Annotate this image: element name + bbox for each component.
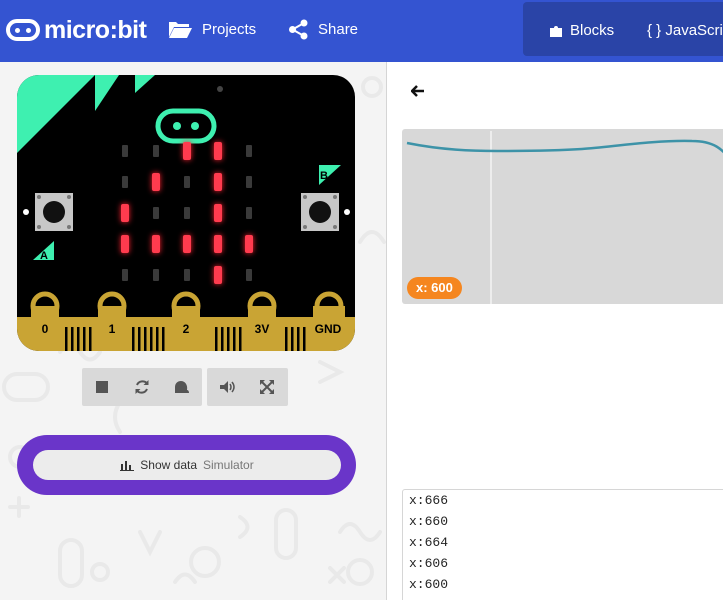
- led-2-1: [153, 207, 159, 219]
- graph-series-line: [406, 139, 723, 154]
- button-b-label: B: [320, 170, 328, 182]
- tab-blocks[interactable]: Blocks: [549, 16, 614, 44]
- led-3-2: [183, 235, 191, 253]
- led-0-2: [183, 142, 191, 160]
- fullscreen-icon: [260, 380, 274, 394]
- button-a-label: A: [40, 250, 48, 262]
- led-3-1: [152, 235, 160, 253]
- pin-2-label[interactable]: 2: [183, 322, 190, 336]
- console-line: x:660: [409, 514, 449, 529]
- pin-0-label[interactable]: 0: [42, 322, 49, 336]
- led-1-1: [152, 173, 160, 191]
- restart-button[interactable]: [122, 368, 162, 406]
- show-data-source: Simulator: [203, 458, 254, 472]
- projects-button[interactable]: Projects: [168, 14, 256, 44]
- led-4-0: [122, 269, 128, 281]
- led-1-2: [184, 176, 190, 188]
- console-line: x:666: [409, 493, 449, 508]
- led-1-4: [246, 176, 252, 188]
- button-b[interactable]: [301, 193, 339, 231]
- microbit-board: A B 0 1 2 3V GND: [17, 75, 355, 351]
- share-icon: [289, 19, 308, 39]
- led-3-0: [121, 235, 129, 253]
- led-0-0: [122, 145, 128, 157]
- led-4-3: [214, 266, 222, 284]
- console-lines: x:666 x:660 x:664 x:606 x:600: [403, 490, 723, 595]
- console-line: x:606: [409, 556, 449, 571]
- microbit-logo-icon: [6, 19, 40, 41]
- simulator-controls: [82, 368, 202, 406]
- microbit-logo[interactable]: micro:bit: [6, 14, 147, 46]
- projects-label: Projects: [202, 20, 257, 38]
- speaker-icon: [220, 381, 235, 393]
- logo-text: micro:bit: [44, 15, 147, 44]
- tab-javascript-label: { } JavaScript: [647, 21, 723, 39]
- serial-console[interactable]: x:666 x:660 x:664 x:606 x:600: [402, 489, 723, 600]
- led-4-2: [184, 269, 190, 281]
- top-menu-bar: micro:bit Projects Share Blocks { } Java…: [0, 0, 723, 62]
- editor-toggle: Blocks { } JavaScript: [523, 2, 723, 56]
- tab-javascript[interactable]: { } JavaScript: [647, 16, 723, 44]
- share-button[interactable]: Share: [288, 14, 358, 44]
- led-2-3: [214, 204, 222, 222]
- pin-gnd-label: GND: [315, 322, 342, 336]
- console-line: x:664: [409, 535, 449, 550]
- simulator-pane: A B 0 1 2 3V GND Show data Simulator: [0, 62, 386, 600]
- bar-chart-icon: [120, 461, 135, 471]
- serial-graph: x: 600: [402, 129, 723, 304]
- led-0-1: [153, 145, 159, 157]
- led-0-4: [246, 145, 252, 157]
- led-4-4: [246, 269, 252, 281]
- folder-open-icon: [169, 21, 192, 38]
- back-button[interactable]: [410, 84, 425, 102]
- led-1-0: [122, 176, 128, 188]
- arrow-left-icon: [410, 85, 424, 97]
- led-2-2: [184, 207, 190, 219]
- pin-1-label[interactable]: 1: [109, 322, 116, 336]
- led-4-1: [153, 269, 159, 281]
- show-data-panel: Show data Simulator: [17, 435, 356, 495]
- led-2-4: [246, 207, 252, 219]
- console-line: x:600: [409, 577, 449, 592]
- simulator-controls-2: [207, 368, 288, 406]
- data-view-pane: x: 600 x:666 x:660 x:664 x:606 x:600: [387, 62, 723, 600]
- button-a[interactable]: [35, 193, 73, 231]
- fullscreen-button[interactable]: [247, 368, 287, 406]
- led-2-0: [121, 204, 129, 222]
- share-label: Share: [318, 20, 359, 38]
- led-0-3: [214, 142, 222, 160]
- led-1-3: [214, 173, 222, 191]
- slow-motion-button[interactable]: [162, 368, 202, 406]
- pin-3v-label: 3V: [255, 322, 270, 336]
- tab-blocks-label: Blocks: [570, 21, 615, 39]
- restart-icon: [135, 380, 149, 394]
- x-value-badge: x: 600: [407, 277, 462, 299]
- puzzle-icon: [550, 25, 562, 37]
- stop-button[interactable]: [82, 368, 122, 406]
- stop-icon: [96, 381, 108, 393]
- led-3-3: [214, 235, 222, 253]
- show-data-label: Show data: [140, 458, 198, 472]
- led-3-4: [245, 235, 253, 253]
- show-data-button[interactable]: Show data Simulator: [33, 450, 341, 480]
- snail-icon: [175, 381, 189, 393]
- mute-button[interactable]: [207, 368, 247, 406]
